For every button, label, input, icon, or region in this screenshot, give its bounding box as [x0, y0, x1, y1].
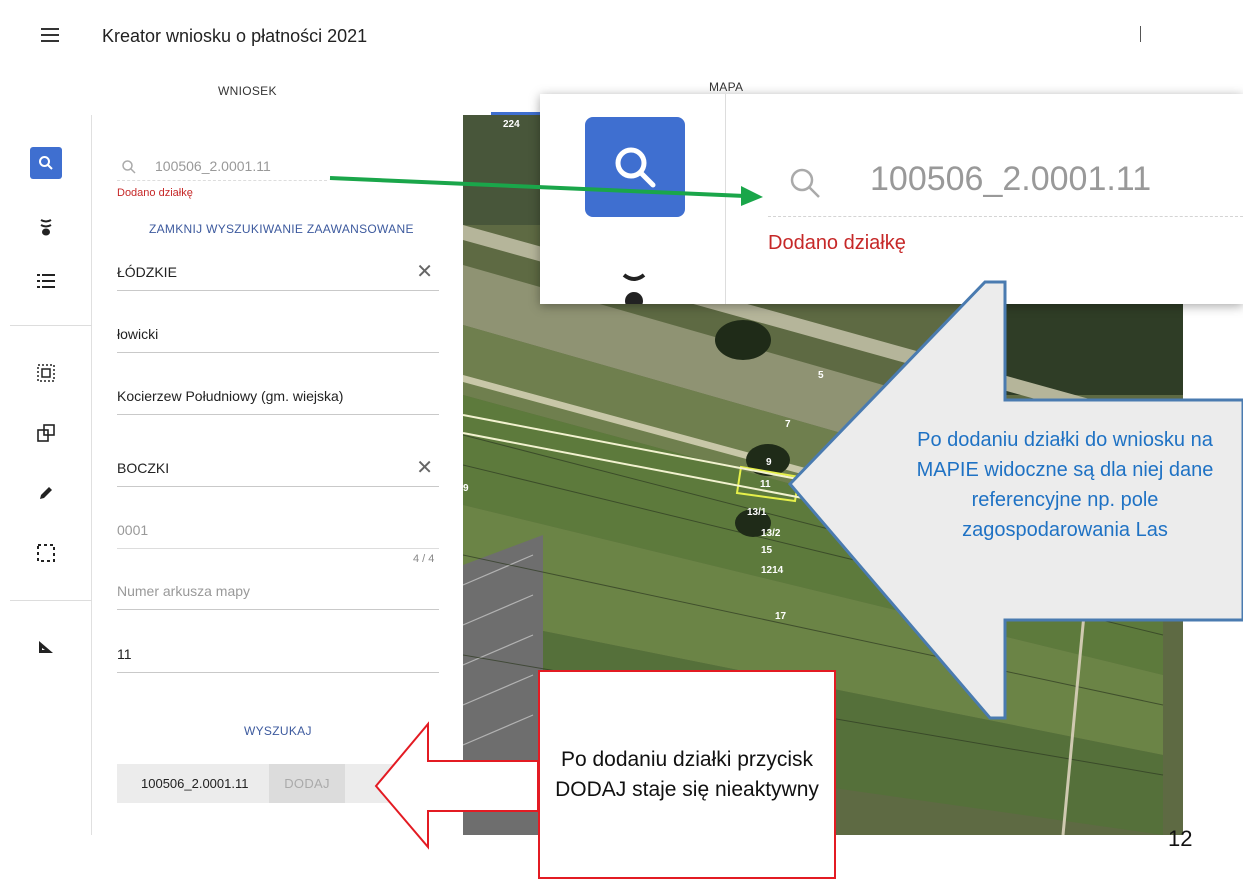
green-arrow-head	[741, 186, 763, 206]
page-number: 12	[1168, 826, 1193, 851]
red-callout-box: Po dodaniu działki przycisk DODAJ staje …	[538, 670, 836, 879]
red-arrow-shape	[374, 721, 539, 850]
blue-callout-text: Po dodaniu działki do wniosku na MAPIE w…	[916, 429, 1214, 541]
slide: Kreator wniosku o płatności 2021 WNIOSEK…	[0, 0, 1243, 879]
red-callout-text: Po dodaniu działki przycisk DODAJ staje …	[555, 747, 819, 801]
green-arrow-line	[329, 176, 746, 198]
